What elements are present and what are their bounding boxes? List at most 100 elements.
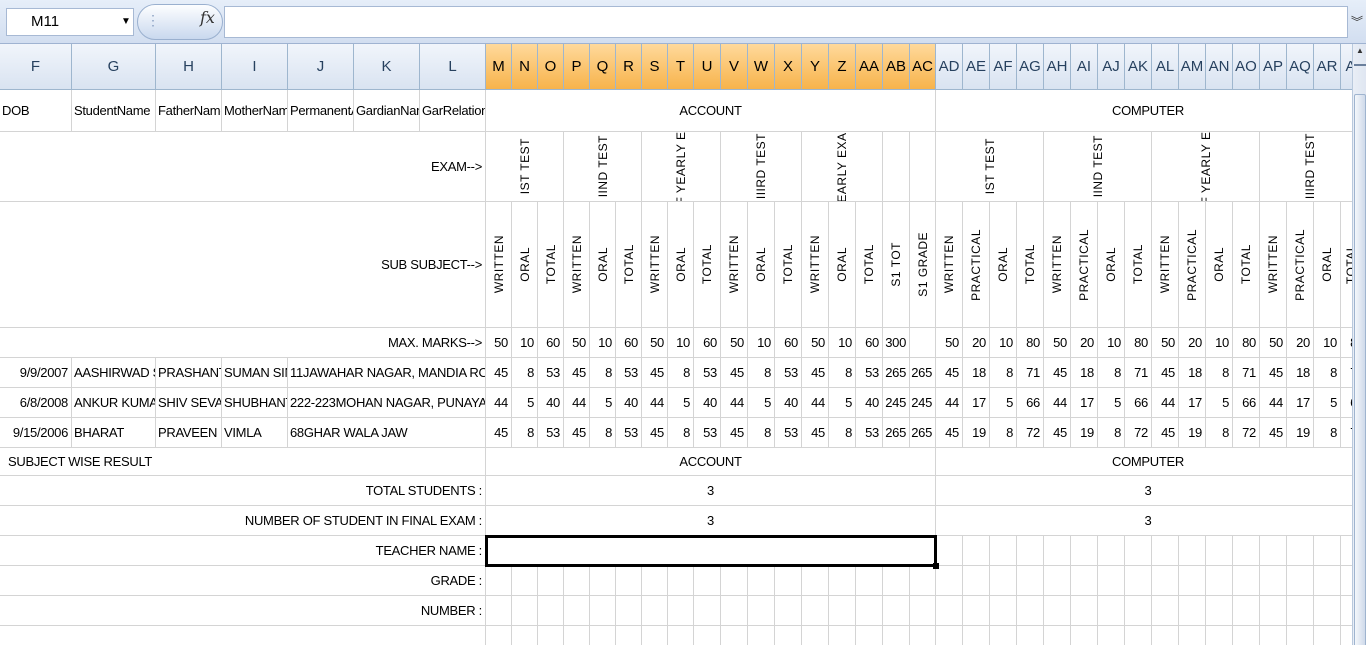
column-header-af[interactable]: AF bbox=[990, 44, 1017, 90]
empty-cell[interactable] bbox=[775, 596, 802, 626]
vertical-scrollbar[interactable]: ▲ bbox=[1352, 44, 1366, 645]
sub-subject-header[interactable]: ORAL bbox=[990, 202, 1017, 328]
student-mark-cell[interactable]: 44 bbox=[564, 388, 590, 418]
student-address[interactable]: 222-223MOHAN NAGAR, PUNAYATA R bbox=[288, 388, 486, 418]
worksheet-grid[interactable]: F G H I J K L M N O P Q R S T U V W X Y Z AA AB AC AD AE AF AG AH AI A… bbox=[0, 44, 1352, 645]
header-guardian-relation[interactable]: GarRelation bbox=[420, 90, 486, 132]
computer-total-students[interactable]: 3 bbox=[936, 476, 1352, 506]
max-marks-cell[interactable]: 10 bbox=[1098, 328, 1125, 358]
student-dob[interactable]: 6/8/2008 bbox=[0, 388, 72, 418]
student-mark-cell[interactable]: 53 bbox=[616, 358, 642, 388]
empty-cell[interactable] bbox=[512, 626, 538, 645]
empty-cell[interactable] bbox=[1179, 566, 1206, 596]
column-header-v[interactable]: V bbox=[721, 44, 748, 90]
student-mark-cell[interactable]: 8 bbox=[590, 358, 616, 388]
student-mark-cell[interactable]: 8 bbox=[512, 358, 538, 388]
student-father[interactable]: PRASHANT S bbox=[156, 358, 222, 388]
empty-cell[interactable] bbox=[990, 566, 1017, 596]
empty-cell[interactable] bbox=[721, 596, 748, 626]
exam-header-account[interactable]: YEARLY EXAM bbox=[802, 132, 883, 202]
empty-cell[interactable] bbox=[1260, 566, 1287, 596]
exam-header-computer[interactable]: IST TEST bbox=[936, 132, 1044, 202]
student-mark-cell[interactable]: 45 bbox=[564, 358, 590, 388]
empty-cell[interactable] bbox=[856, 566, 883, 596]
empty-cell[interactable] bbox=[1206, 626, 1233, 645]
max-marks-cell[interactable]: 20 bbox=[1287, 328, 1314, 358]
max-marks-cell[interactable]: 80 bbox=[1125, 328, 1152, 358]
empty-cell[interactable] bbox=[802, 626, 829, 645]
empty-cell[interactable] bbox=[883, 566, 910, 596]
student-mark-cell[interactable]: 40 bbox=[694, 388, 721, 418]
max-marks-cell[interactable]: 60 bbox=[775, 328, 802, 358]
column-header-ah[interactable]: AH bbox=[1044, 44, 1071, 90]
empty-cell[interactable] bbox=[1152, 566, 1179, 596]
empty-cell[interactable] bbox=[1125, 536, 1152, 566]
student-mark-cell[interactable]: 5 bbox=[829, 388, 856, 418]
student-mark-cell[interactable]: 5 bbox=[748, 388, 775, 418]
empty-cell[interactable] bbox=[1233, 566, 1260, 596]
sub-subject-header[interactable]: WRITTEN bbox=[1260, 202, 1287, 328]
empty-cell[interactable] bbox=[1341, 596, 1352, 626]
student-father[interactable]: SHIV SEVAK bbox=[156, 388, 222, 418]
empty-cell[interactable] bbox=[1125, 626, 1152, 645]
max-marks-cell[interactable]: 50 bbox=[642, 328, 668, 358]
column-header-ao[interactable]: AO bbox=[1233, 44, 1260, 90]
empty-cell[interactable] bbox=[721, 566, 748, 596]
sub-subject-header[interactable]: ORAL bbox=[590, 202, 616, 328]
empty-cell[interactable] bbox=[668, 566, 694, 596]
student-mark-cell[interactable]: 19 bbox=[1179, 418, 1206, 448]
student-mark-cell[interactable]: 45 bbox=[721, 358, 748, 388]
subject-account-header[interactable]: ACCOUNT bbox=[486, 90, 936, 132]
column-header-y[interactable]: Y bbox=[802, 44, 829, 90]
empty-cell[interactable] bbox=[1071, 596, 1098, 626]
empty-cell[interactable] bbox=[694, 596, 721, 626]
student-mark-cell[interactable]: 53 bbox=[538, 358, 564, 388]
grade-label[interactable]: GRADE : bbox=[0, 566, 486, 596]
student-mark-cell[interactable]: 17 bbox=[1179, 388, 1206, 418]
sub-subject-header[interactable]: ORAL bbox=[512, 202, 538, 328]
column-header-n[interactable]: N bbox=[512, 44, 538, 90]
empty-cell[interactable] bbox=[1044, 626, 1071, 645]
empty-cell[interactable] bbox=[883, 596, 910, 626]
chevron-down-icon[interactable]: ▼ bbox=[120, 8, 132, 36]
max-marks-label[interactable]: MAX. MARKS--> bbox=[0, 328, 486, 358]
empty-cell[interactable] bbox=[883, 626, 910, 645]
student-mark-cell[interactable]: 5 bbox=[512, 388, 538, 418]
header-dob[interactable]: DOB bbox=[0, 90, 72, 132]
empty-cell[interactable] bbox=[1179, 536, 1206, 566]
empty-cell[interactable] bbox=[963, 536, 990, 566]
student-mark-cell[interactable]: 53 bbox=[775, 358, 802, 388]
student-mark-cell[interactable]: 265 bbox=[910, 358, 936, 388]
empty-cell[interactable] bbox=[1341, 566, 1352, 596]
empty-cell[interactable] bbox=[1206, 536, 1233, 566]
student-mark-cell[interactable]: 8 bbox=[1206, 358, 1233, 388]
empty-cell[interactable] bbox=[1071, 626, 1098, 645]
empty-cell[interactable] bbox=[1044, 566, 1071, 596]
summary-computer-label[interactable]: COMPUTER bbox=[936, 448, 1352, 476]
column-header-aj[interactable]: AJ bbox=[1098, 44, 1125, 90]
empty-cell[interactable] bbox=[642, 566, 668, 596]
empty-cell[interactable] bbox=[564, 566, 590, 596]
student-mark-cell[interactable]: 8 bbox=[1314, 418, 1341, 448]
sub-subject-header[interactable]: TOTAL bbox=[1341, 202, 1352, 328]
max-marks-cell[interactable]: 50 bbox=[1152, 328, 1179, 358]
account-total-students[interactable]: 3 bbox=[486, 476, 936, 506]
empty-cell[interactable] bbox=[1017, 596, 1044, 626]
student-mark-cell[interactable]: 71 bbox=[1125, 358, 1152, 388]
column-header-ai[interactable]: AI bbox=[1071, 44, 1098, 90]
column-header-x[interactable]: X bbox=[775, 44, 802, 90]
max-marks-cell[interactable]: 50 bbox=[721, 328, 748, 358]
exam-label[interactable]: EXAM--> bbox=[0, 132, 486, 202]
empty-cell[interactable] bbox=[590, 626, 616, 645]
student-mark-cell[interactable]: 40 bbox=[856, 388, 883, 418]
column-header-u[interactable]: U bbox=[694, 44, 721, 90]
column-header-ad[interactable]: AD bbox=[936, 44, 963, 90]
empty-cell[interactable] bbox=[936, 626, 963, 645]
sub-subject-header[interactable]: S1 TOT bbox=[883, 202, 910, 328]
column-header-aq[interactable]: AQ bbox=[1287, 44, 1314, 90]
student-mark-cell[interactable]: 45 bbox=[1260, 418, 1287, 448]
sub-subject-header[interactable]: TOTAL bbox=[775, 202, 802, 328]
empty-cell[interactable] bbox=[1098, 596, 1125, 626]
empty-cell[interactable] bbox=[1098, 626, 1125, 645]
column-header-ak[interactable]: AK bbox=[1125, 44, 1152, 90]
